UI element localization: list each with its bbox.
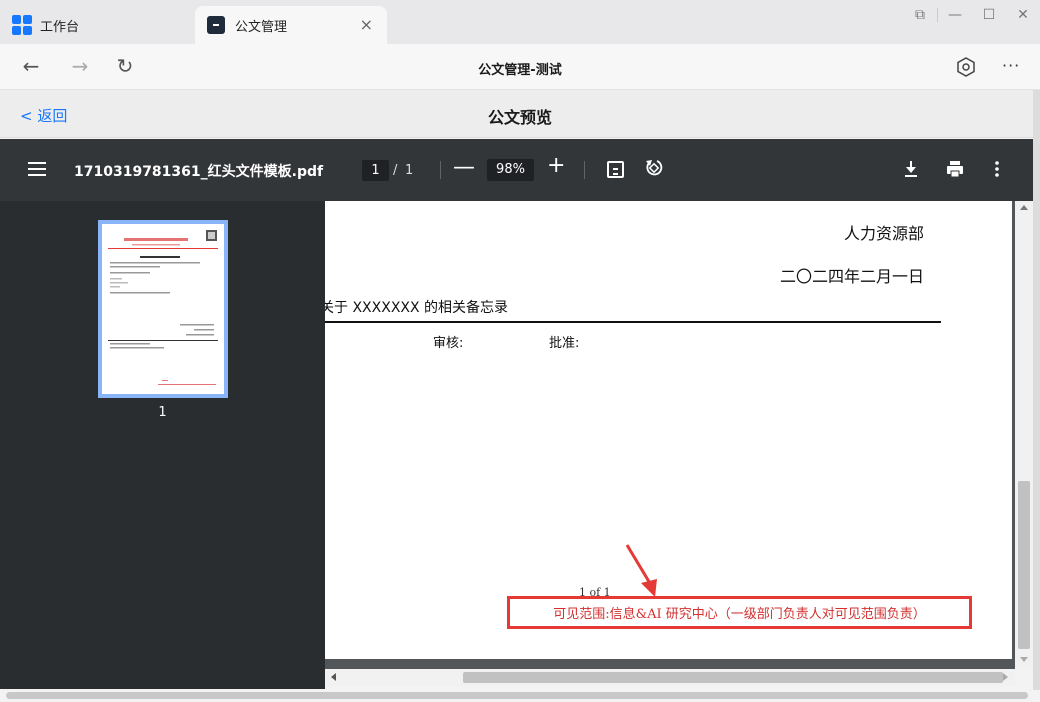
page-vertical-scrollbar[interactable] [1033,90,1040,690]
tab-workbench[interactable]: 工作台 [0,6,190,44]
document-app-icon [207,16,225,34]
thumbnail-page-number: 1 [158,405,167,420]
page-thumbnail[interactable] [98,220,228,398]
tab-document-management[interactable]: 公文管理 × [195,6,387,44]
horizontal-scrollbar[interactable] [325,669,1015,686]
approve-label: 批准: [549,336,580,351]
restore-tabs-icon[interactable]: ⧉ [903,7,937,23]
thumbnail-preview-image [108,230,218,385]
pdf-viewer[interactable]: 人力资源部 二〇二四年二月一日 关于 XXXXXXX 的相关备忘录 审核: 批准… [325,201,1015,669]
zoom-level-input[interactable]: 98% [487,159,534,181]
scroll-left-icon[interactable] [331,673,336,681]
navigation-bar: ← → ↻ 公文管理-测试 ··· [0,44,1040,90]
scroll-down-icon[interactable] [1020,657,1028,662]
visible-scope-text: 可见范围:信息&AI 研究中心（一级部门负责人对可见范围负责） [553,607,926,622]
rotate-icon[interactable] [643,157,665,179]
hamburger-menu-icon[interactable] [28,162,46,176]
pdf-file-name: 1710319781361_红头文件模板.pdf [74,164,324,180]
visible-scope-annotation: 可见范围:信息&AI 研究中心（一级部门负责人对可见范围负责） [507,596,972,629]
page-header: < 返回 公文预览 [0,90,1040,138]
scroll-up-icon[interactable] [1020,205,1028,210]
minimize-icon[interactable]: — [938,7,972,23]
window-controls: ⧉ — ☐ ✕ [903,0,1040,30]
department-name: 人力资源部 [843,224,924,243]
zoom-in-button[interactable]: + [547,153,565,178]
pdf-page: 人力资源部 二〇二四年二月一日 关于 XXXXXXX 的相关备忘录 审核: 批准… [325,201,1012,659]
page-title: 公文管理-测试 [478,63,562,78]
thumbnail-sidebar: 1 [0,201,325,689]
maximize-icon[interactable]: ☐ [972,7,1006,23]
document-date: 二〇二四年二月一日 [779,267,924,286]
more-vertical-icon[interactable] [986,158,1008,180]
print-icon[interactable] [944,158,966,180]
download-icon[interactable] [900,158,922,180]
document-subject: 关于 XXXXXXX 的相关备忘录 [325,300,509,316]
more-options-icon[interactable]: ··· [1002,56,1020,75]
horizontal-scroll-thumb[interactable] [463,672,1003,683]
tab-strip: 工作台 公文管理 × ⧉ — ☐ ✕ [0,0,1040,44]
vertical-scrollbar[interactable] [1015,201,1033,669]
page-horizontal-scrollbar[interactable] [6,692,1028,699]
vertical-scroll-thumb[interactable] [1018,481,1030,649]
settings-hexagon-icon[interactable] [955,56,977,78]
grid-app-icon [12,15,32,35]
divider [584,161,585,179]
divider-line [325,321,941,323]
page-total: 1 [405,163,414,178]
zoom-out-button[interactable]: — [453,155,475,180]
page-number-input[interactable]: 1 [362,160,389,181]
divider [440,161,441,179]
scroll-right-icon[interactable] [1003,673,1008,681]
tab-label: 公文管理 [235,19,288,35]
preview-title: 公文预览 [487,108,552,127]
pdf-toolbar: 1710319781361_红头文件模板.pdf 1 / 1 — 98% + [0,139,1033,201]
window-close-icon[interactable]: ✕ [1006,7,1040,23]
app-window: 工作台 公文管理 × ⧉ — ☐ ✕ ← → ↻ 公文管理-测试 ··· < 返… [0,0,1040,702]
annotation-arrow-icon [625,544,657,597]
fit-to-page-icon[interactable] [607,161,624,178]
review-label: 审核: [433,336,464,351]
page-separator: / [393,163,398,178]
tab-label: 工作台 [40,19,80,35]
close-icon[interactable]: × [360,15,373,34]
